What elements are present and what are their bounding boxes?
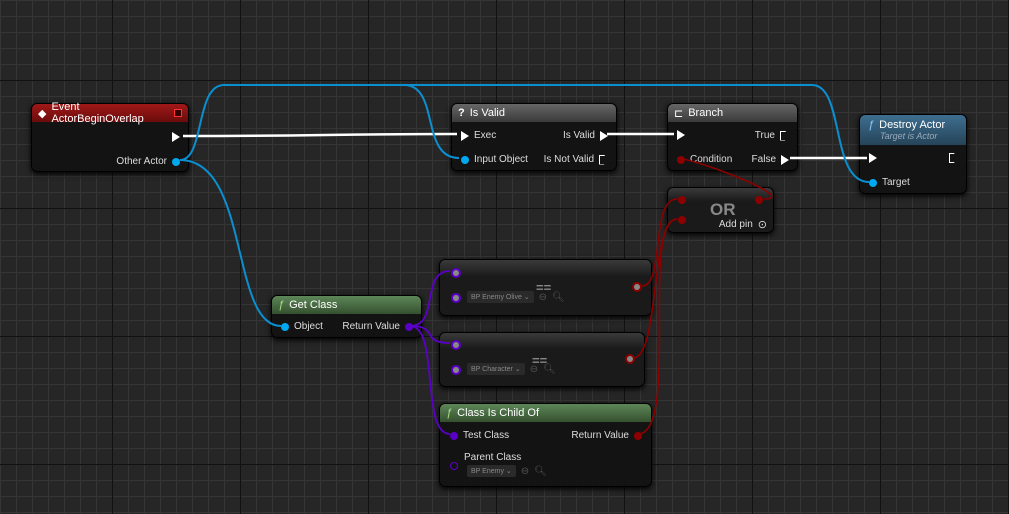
branch-icon: ⊏ [674, 107, 684, 120]
or-input-b-pin[interactable] [678, 216, 686, 224]
is-valid-pin[interactable] [600, 130, 608, 141]
delegate-pin-icon[interactable] [174, 109, 182, 117]
other-actor-pin[interactable] [172, 157, 180, 166]
class-a-pin[interactable] [451, 340, 461, 350]
class-select-dropdown[interactable]: BP Character ⌄ [467, 363, 525, 375]
class-select-dropdown[interactable]: BP Enemy Olive ⌄ [467, 291, 534, 303]
object-wire [179, 159, 282, 327]
or-output-pin[interactable] [755, 196, 763, 204]
destroy-actor-node[interactable]: ƒ Destroy Actor Target is Actor Target [859, 114, 967, 194]
is-not-valid-pin[interactable] [599, 154, 608, 165]
exec-wire [182, 132, 458, 138]
function-icon: ƒ [868, 119, 875, 131]
or-node[interactable]: OR Add pin ⊙ [667, 187, 774, 233]
class-a-pin[interactable] [451, 268, 461, 278]
condition-pin[interactable] [677, 155, 685, 164]
parent-class-pin[interactable] [450, 462, 458, 470]
add-pin-icon: ⊙ [757, 219, 767, 231]
use-selected-icon[interactable]: ⊖ [530, 364, 538, 375]
exec-in-pin[interactable] [869, 153, 877, 163]
object-pin[interactable] [281, 322, 289, 331]
get-class-node[interactable]: ƒ Get Class Object Return Value [271, 295, 422, 338]
question-icon: ? [458, 107, 465, 119]
use-selected-icon[interactable]: ⊖ [521, 466, 529, 477]
event-actor-begin-overlap-node[interactable]: ◆ Event ActorBeginOverlap Other Actor [31, 101, 189, 172]
class-is-child-of-node[interactable]: ƒ Class Is Child Of Test Class Return Val… [439, 403, 652, 487]
equal-output-pin[interactable] [632, 282, 642, 292]
exec-out-pin[interactable] [949, 153, 958, 163]
use-selected-icon[interactable]: ⊖ [539, 292, 547, 303]
class-b-pin[interactable] [451, 365, 461, 375]
false-pin[interactable] [781, 154, 789, 165]
or-input-a-pin[interactable] [678, 196, 686, 204]
exec-in-pin[interactable] [677, 130, 685, 140]
equal-class-node-1[interactable]: == BP Enemy Olive ⌄ ⊖ 🔍︎ [439, 259, 652, 316]
add-pin-button[interactable]: Add pin ⊙ [719, 218, 767, 231]
browse-icon[interactable]: 🔍︎ [543, 364, 556, 375]
event-diamond-icon: ◆ [38, 107, 47, 120]
target-pin[interactable] [869, 178, 877, 187]
bool-wire [637, 218, 678, 435]
input-object-pin[interactable] [461, 155, 469, 164]
function-icon: ƒ [446, 407, 453, 419]
class-select-dropdown[interactable]: BP Enemy ⌄ [467, 465, 516, 477]
is-valid-node[interactable]: ? Is Valid Exec Input Object Is Valid Is … [451, 103, 617, 171]
equal-output-pin[interactable] [625, 354, 635, 364]
return-value-pin[interactable] [405, 322, 413, 331]
true-pin[interactable] [780, 130, 789, 141]
branch-node[interactable]: ⊏ Branch Condition True False [667, 103, 798, 171]
equal-class-node-2[interactable]: == BP Character ⌄ ⊖ 🔍︎ [439, 332, 645, 387]
test-class-pin[interactable] [450, 431, 458, 440]
exec-in-pin[interactable] [461, 130, 469, 141]
browse-icon[interactable]: 🔍︎ [534, 466, 547, 477]
exec-out-pin[interactable] [172, 132, 180, 142]
class-b-pin[interactable] [451, 293, 461, 303]
return-value-pin[interactable] [634, 431, 642, 440]
function-icon: ƒ [278, 299, 285, 311]
browse-icon[interactable]: 🔍︎ [552, 292, 565, 303]
